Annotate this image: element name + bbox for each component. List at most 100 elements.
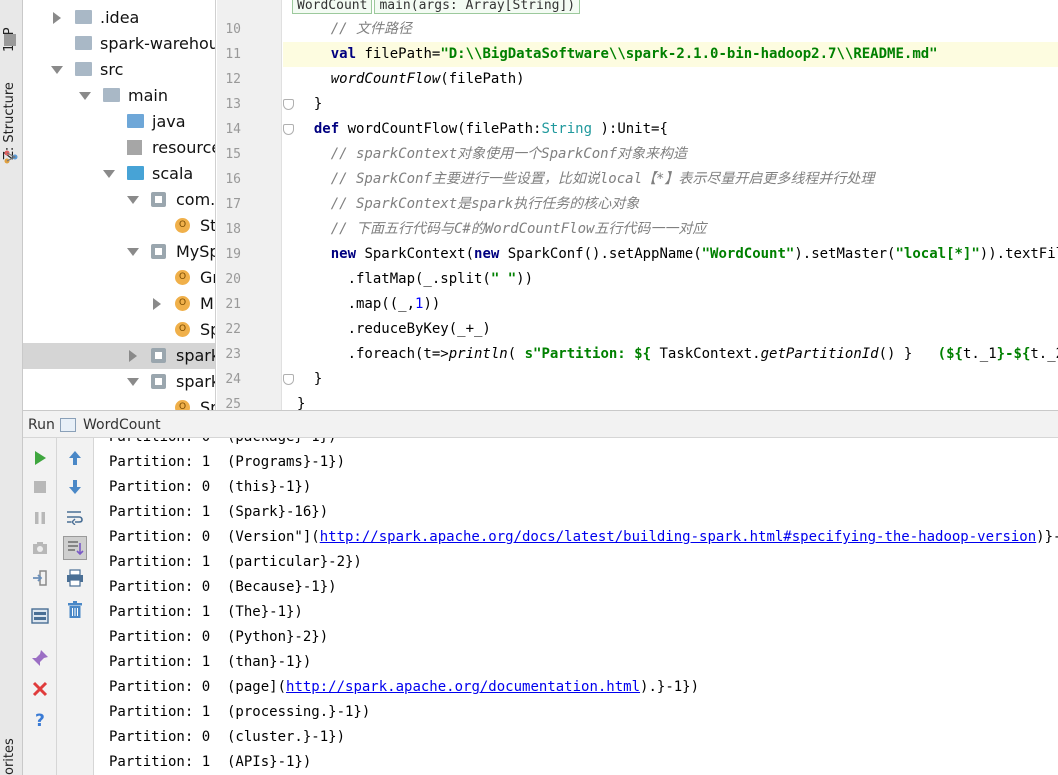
code-line[interactable]: // SparkConf主要进行一些设置，比如说local【*】表示尽量开启更多…: [297, 167, 875, 192]
clear-all-button[interactable]: [63, 598, 87, 622]
line-number: 20: [225, 272, 241, 287]
pause-icon: [35, 512, 45, 524]
breadcrumb-item[interactable]: main(args: Array[String]): [374, 0, 581, 14]
code-token: )): [423, 296, 441, 312]
fold-toggle-icon[interactable]: [283, 124, 294, 135]
console-line: Partition: 1 (than}-1}): [109, 650, 311, 675]
pin-button[interactable]: [28, 646, 52, 670]
console-link[interactable]: http://spark.apache.org/docs/latest/buil…: [320, 529, 1036, 545]
tree-item[interactable]: spark: [23, 369, 215, 395]
code-line[interactable]: wordCountFlow(filePath): [297, 67, 525, 92]
line-number: 21: [225, 297, 241, 312]
code-token: new: [330, 246, 357, 262]
chevron-down-icon[interactable]: [79, 92, 91, 100]
tree-item[interactable]: scala: [23, 161, 215, 187]
close-run-button[interactable]: [28, 677, 52, 701]
chevron-down-icon[interactable]: [127, 196, 139, 204]
console-line: Partition: 1 (Spark}-16}): [109, 500, 328, 525]
structure-tool-tab[interactable]: Z: Structure: [2, 70, 17, 160]
console-line: Partition: 0 (package}-1}): [109, 438, 337, 450]
folder-icon: [103, 88, 120, 102]
chevron-right-icon[interactable]: [53, 12, 61, 24]
code-token: (: [507, 346, 525, 362]
scala-object-icon: O: [175, 296, 190, 311]
tree-item[interactable]: spark: [23, 343, 215, 369]
tree-item-label: Sp: [200, 398, 215, 410]
console-line: Partition: 1 (The}-1}): [109, 600, 303, 625]
tree-item-label: St: [200, 216, 216, 235]
code-editor[interactable]: 10 11 12 13 14 15 16 17 18 19 20 21 22 23 24 25 // 文件路径…: [217, 0, 1058, 410]
code-line[interactable]: // 文件路径: [297, 17, 412, 42]
tree-item[interactable]: .idea: [23, 5, 215, 31]
scroll-to-end-toggle[interactable]: [63, 536, 87, 560]
code-line[interactable]: }: [297, 392, 305, 410]
tree-item[interactable]: O Sp: [23, 317, 215, 343]
code-line[interactable]: .reduceByKey(_+_): [297, 317, 491, 342]
console-text: Partition: 1 (APIs}-1}): [109, 754, 312, 770]
chevron-down-icon[interactable]: [127, 248, 139, 256]
code-line[interactable]: // SparkContext是spark执行任务的核心对象: [297, 192, 640, 217]
code-line[interactable]: // 下面五行代码与C#的WordCountFlow五行代码一一对应: [297, 217, 707, 242]
rerun-button[interactable]: [28, 446, 52, 470]
favorites-tool-tab[interactable]: orites: [2, 736, 17, 775]
console-link[interactable]: http://spark.apache.org/documentation.ht…: [286, 679, 640, 695]
tree-item[interactable]: com.t: [23, 187, 215, 213]
dump-threads-button[interactable]: [28, 536, 52, 560]
code-line[interactable]: new SparkContext(new SparkConf().setAppN…: [297, 242, 1058, 267]
layout-button[interactable]: [28, 604, 52, 628]
scroll-up-button[interactable]: [63, 446, 87, 470]
code-token: .flatMap(_.split(: [297, 271, 491, 287]
scroll-down-button[interactable]: [63, 475, 87, 499]
stop-button[interactable]: [28, 475, 52, 499]
code-line[interactable]: }: [297, 367, 322, 392]
tree-item[interactable]: O Gr: [23, 265, 215, 291]
chevron-right-icon[interactable]: [129, 350, 137, 362]
tree-item-label: MySp: [176, 242, 216, 261]
code-line[interactable]: def wordCountFlow(filePath:String ):Unit…: [297, 117, 668, 142]
code-line[interactable]: val filePath="D:\\BigDataSoftware\\spark…: [283, 42, 1058, 67]
run-config-tab[interactable]: WordCount: [83, 417, 161, 433]
tree-item[interactable]: O St: [23, 213, 216, 239]
fold-toggle-icon[interactable]: [283, 99, 294, 110]
code-line[interactable]: .foreach(t=>println( s"Partition: ${ Tas…: [297, 342, 1058, 367]
fold-toggle-icon[interactable]: [283, 374, 294, 385]
chevron-down-icon[interactable]: [127, 378, 139, 386]
console-line: Partition: 0 (Because}-1}): [109, 575, 337, 600]
code-line[interactable]: }: [297, 92, 322, 117]
tree-item[interactable]: OM: [23, 291, 215, 317]
tree-item[interactable]: java: [23, 109, 215, 135]
tree-item[interactable]: resource: [23, 135, 215, 161]
breadcrumb-item[interactable]: WordCount: [292, 0, 373, 14]
exit-button[interactable]: [28, 566, 52, 590]
code-line[interactable]: // sparkContext对象使用一个SparkConf对象来构造: [297, 142, 687, 167]
console-line: Partition: 0 (cluster.}-1}): [109, 725, 345, 750]
pin-icon: [32, 650, 48, 666]
tree-item[interactable]: MySp: [23, 239, 216, 265]
package-icon: [151, 192, 166, 207]
console-output[interactable]: Partition: 0 (package}-1}) Partition: 1 (…: [95, 438, 1058, 775]
code-token: "WordCount": [701, 246, 795, 262]
console-text: Partition: 0 (this}-1}): [109, 479, 312, 495]
tree-item[interactable]: O Sp: [23, 395, 215, 410]
help-button[interactable]: ?: [28, 708, 52, 732]
tree-item[interactable]: src: [23, 57, 215, 83]
chevron-down-icon[interactable]: [51, 66, 63, 74]
code-token: () }: [878, 346, 938, 362]
code-line[interactable]: .map((_,1)): [297, 292, 441, 317]
print-button[interactable]: [63, 566, 87, 590]
chevron-right-icon[interactable]: [153, 298, 161, 310]
code-line[interactable]: .flatMap(_.split(" ")): [297, 267, 533, 292]
soft-wrap-icon: [67, 511, 83, 525]
tree-item[interactable]: spark-warehou: [23, 31, 215, 57]
line-number: 17: [225, 197, 241, 212]
tree-item-label: .idea: [100, 8, 140, 27]
tree-item-label: java: [152, 112, 186, 131]
tree-item[interactable]: main: [23, 83, 215, 109]
line-number: 19: [225, 247, 241, 262]
line-number: 22: [225, 322, 241, 337]
soft-wrap-button[interactable]: [63, 505, 87, 529]
console-text: Partition: 1 (than}-1}): [109, 654, 312, 670]
pause-button[interactable]: [28, 506, 52, 530]
chevron-down-icon[interactable]: [103, 170, 115, 178]
